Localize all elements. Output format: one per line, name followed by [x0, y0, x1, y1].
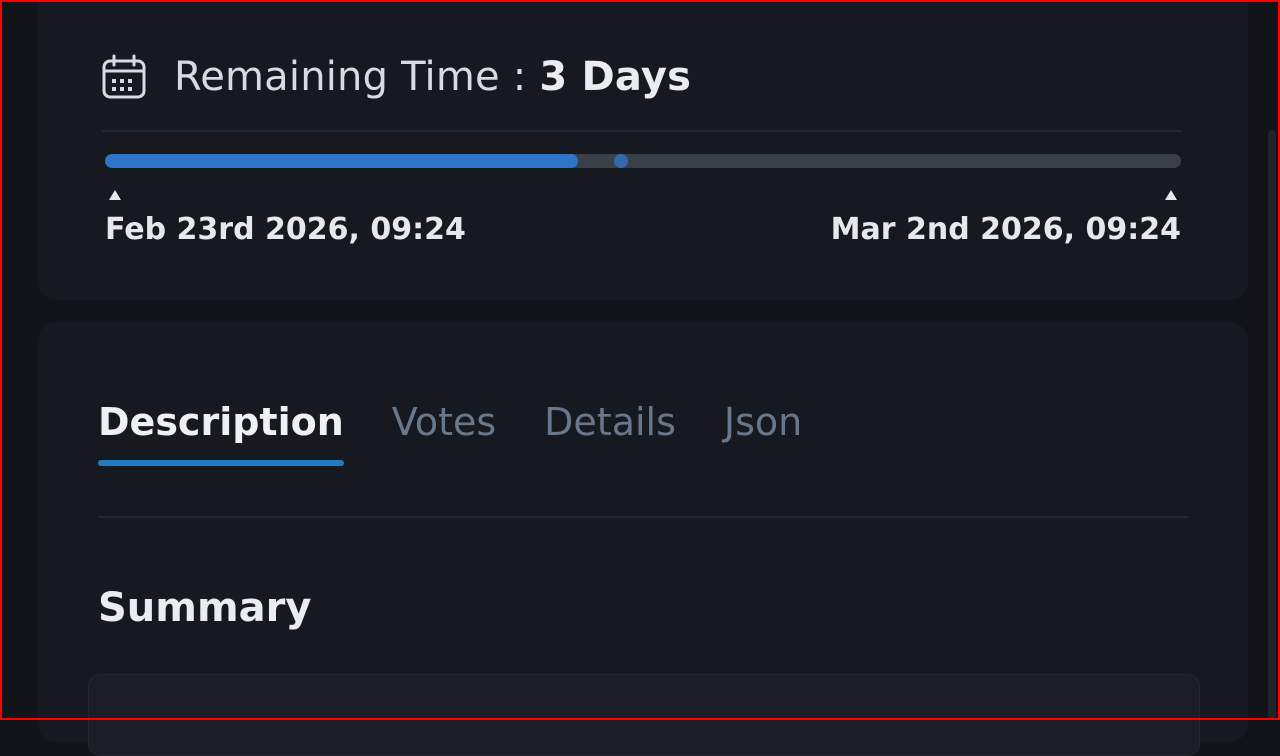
summary-title: Summary — [98, 585, 312, 631]
scrollbar[interactable] — [1268, 130, 1276, 720]
voting-progress-bar — [105, 154, 1181, 168]
end-marker-icon — [1165, 190, 1177, 200]
tab-description[interactable]: Description — [98, 400, 344, 470]
remaining-time-label: Remaining Time : — [174, 54, 540, 100]
remaining-time-text: Remaining Time : 3 Days — [174, 54, 691, 100]
end-date: Mar 2nd 2026, 09:24 — [830, 212, 1181, 247]
proposal-tabs: Description Votes Details Json — [98, 400, 802, 470]
remaining-time-card — [38, 0, 1248, 300]
start-marker-icon — [109, 190, 121, 200]
remaining-time-header: Remaining Time : 3 Days — [100, 50, 691, 104]
tab-json[interactable]: Json — [724, 400, 802, 470]
voting-progress-fill — [105, 154, 579, 168]
remaining-time-value: 3 Days — [539, 54, 692, 100]
tab-details[interactable]: Details — [544, 400, 676, 470]
voting-progress-marker — [614, 154, 629, 168]
tabs-divider — [98, 516, 1188, 518]
tab-votes[interactable]: Votes — [392, 400, 496, 470]
start-date: Feb 23rd 2026, 09:24 — [105, 212, 466, 247]
calendar-icon — [102, 54, 146, 99]
divider — [102, 130, 1182, 132]
summary-content — [88, 674, 1200, 756]
